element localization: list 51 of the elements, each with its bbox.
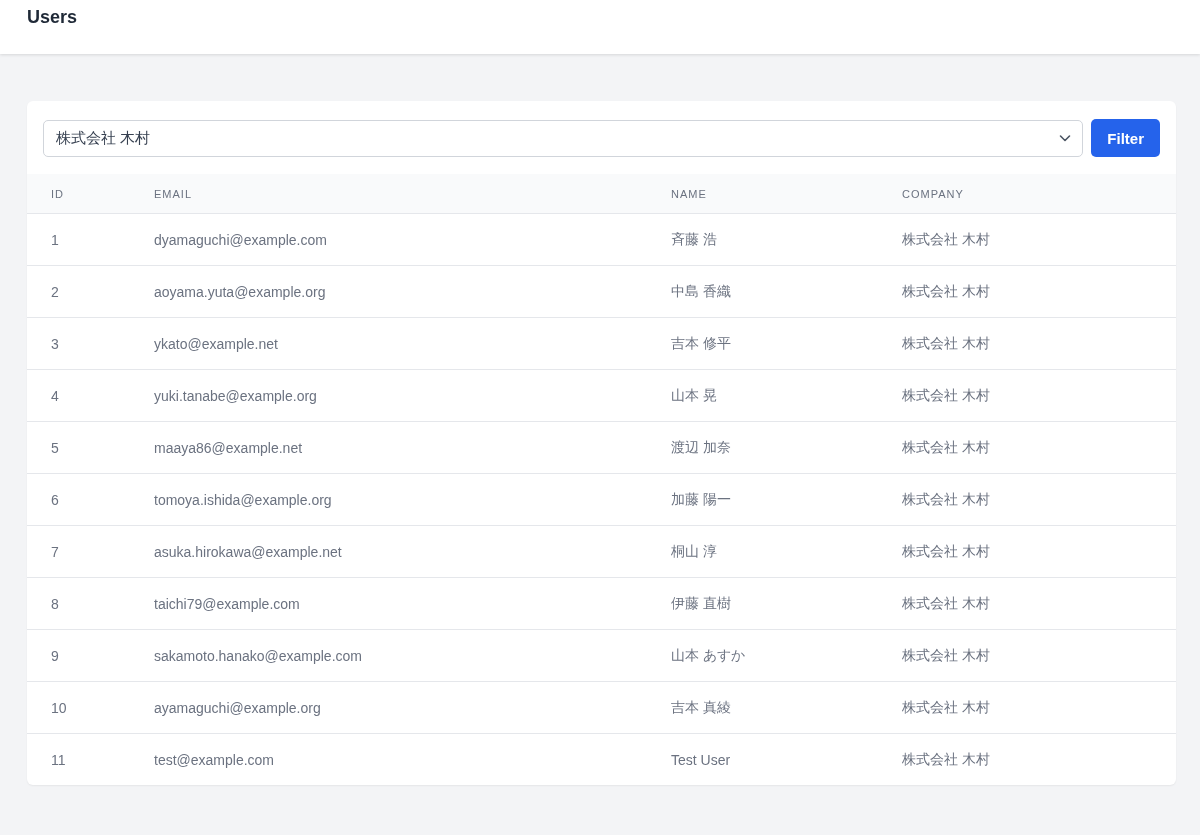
user-company: 株式会社 木村: [902, 438, 990, 455]
page-title: Users: [27, 7, 78, 28]
user-name: 吉本 真綾: [671, 698, 731, 715]
user-name: 山本 あすか: [671, 646, 745, 663]
user-id: 2: [51, 283, 59, 300]
user-id: 7: [51, 543, 59, 560]
user-name: 桐山 淳: [671, 542, 717, 559]
user-email: asuka.hirokawa@example.net: [154, 543, 342, 560]
user-id: 8: [51, 595, 59, 612]
user-email: aoyama.yuta@example.org: [154, 283, 326, 300]
user-email: sakamoto.hanako@example.com: [154, 647, 362, 664]
user-name: 加藤 陽一: [671, 490, 731, 507]
column-header: EMAIL: [154, 187, 192, 200]
user-email: taichi79@example.com: [154, 595, 300, 612]
user-company: 株式会社 木村: [902, 490, 990, 507]
user-company: 株式会社 木村: [902, 282, 990, 299]
user-company: 株式会社 木村: [902, 698, 990, 715]
user-name: 中島 香織: [671, 282, 731, 299]
user-name: 伊藤 直樹: [671, 594, 731, 611]
user-company: 株式会社 木村: [902, 542, 990, 559]
column-header: COMPANY: [902, 187, 964, 200]
user-email: tomoya.ishida@example.org: [154, 491, 332, 508]
user-email: maaya86@example.net: [154, 439, 303, 456]
user-name: 吉本 修平: [671, 334, 731, 351]
column-header: ID: [51, 187, 64, 200]
user-id: 3: [51, 335, 59, 352]
user-email: yuki.tanabe@example.org: [154, 387, 317, 404]
user-email: ykato@example.net: [154, 335, 278, 352]
user-company: 株式会社 木村: [902, 594, 990, 611]
user-name: 山本 晃: [671, 386, 717, 403]
user-email: ayamaguchi@example.org: [154, 699, 321, 716]
user-company: 株式会社 木村: [902, 334, 990, 351]
user-company: 株式会社 木村: [902, 750, 990, 767]
user-id: 6: [51, 491, 59, 508]
user-id: 11: [51, 751, 66, 768]
user-name: Test User: [671, 751, 731, 768]
user-company: 株式会社 木村: [902, 646, 990, 663]
user-id: 10: [51, 699, 67, 716]
user-name: 渡辺 加奈: [671, 438, 731, 455]
user-name: 斉藤 浩: [671, 230, 717, 247]
user-id: 1: [51, 231, 59, 248]
company-select[interactable]: 株式会社 木村: [43, 119, 1084, 157]
user-id: 4: [51, 387, 59, 404]
user-email: test@example.com: [154, 751, 275, 768]
user-email: dyamaguchi@example.com: [154, 231, 327, 248]
filter-button[interactable]: Filter: [1091, 119, 1160, 157]
user-id: 9: [51, 647, 59, 664]
user-company: 株式会社 木村: [902, 386, 990, 403]
user-company: 株式会社 木村: [902, 230, 990, 247]
column-header: NAME: [671, 187, 707, 200]
user-id: 5: [51, 439, 59, 456]
